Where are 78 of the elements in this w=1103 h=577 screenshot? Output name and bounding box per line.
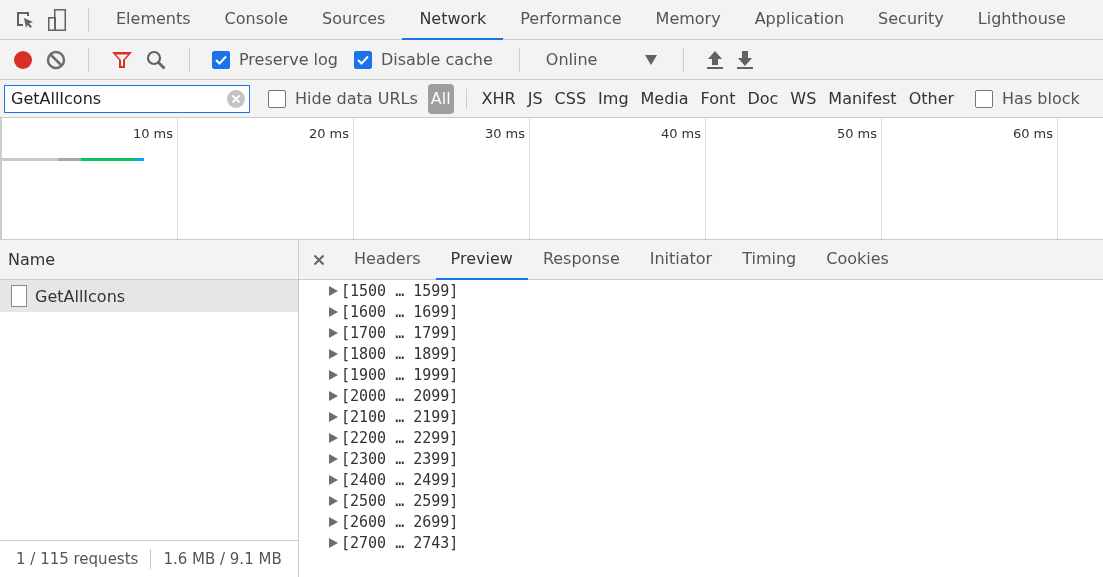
detail-tab[interactable]: Preview [435, 239, 528, 280]
device-toolbar-icon[interactable] [46, 7, 68, 32]
panel-tab[interactable]: Elements [99, 0, 208, 40]
expand-arrow-icon[interactable] [329, 285, 338, 296]
array-range: [1600 … 1699] [341, 302, 459, 321]
record-icon[interactable] [12, 48, 34, 71]
expand-arrow-icon[interactable] [329, 390, 338, 401]
detail-tab[interactable]: Timing [727, 239, 812, 280]
detail-tab[interactable]: Response [527, 239, 635, 280]
panel-tab[interactable]: Sources [305, 0, 403, 40]
array-range: [2500 … 2599] [341, 491, 459, 510]
type-filter[interactable]: CSS [551, 86, 590, 111]
preserve-log-checkbox[interactable]: Preserve log [212, 50, 338, 69]
time-tick: 40 ms [660, 126, 701, 141]
expand-arrow-icon[interactable] [329, 327, 338, 338]
transferred-size: 1.6 MB / 9.1 MB [163, 550, 282, 568]
array-range: [2200 … 2299] [341, 428, 459, 447]
expand-arrow-icon[interactable] [329, 432, 338, 443]
expand-arrow-icon[interactable] [329, 411, 338, 422]
download-icon[interactable] [736, 49, 755, 70]
request-count: 1 / 115 requests [16, 550, 139, 568]
caret-icon [645, 54, 658, 65]
type-filter[interactable]: JS [524, 86, 546, 111]
panel-tab[interactable]: Memory [638, 0, 738, 40]
type-filter[interactable]: WS [787, 86, 820, 111]
detail-tab[interactable]: Headers [339, 239, 436, 280]
panel-tab[interactable]: Security [861, 0, 961, 40]
throttling-dropdown[interactable]: Online [541, 50, 662, 69]
expand-arrow-icon[interactable] [329, 474, 338, 485]
clear-icon[interactable] [46, 49, 66, 70]
array-range: [2100 … 2199] [341, 407, 459, 426]
array-range: [1700 … 1799] [341, 323, 459, 342]
array-range: [2400 … 2499] [341, 470, 459, 489]
array-range: [2600 … 2699] [341, 512, 459, 531]
time-tick: 20 ms [308, 126, 349, 141]
panel-tab[interactable]: Console [207, 0, 306, 40]
time-tick: 30 ms [484, 126, 525, 141]
expand-arrow-icon[interactable] [329, 348, 338, 359]
detail-tab[interactable]: Initiator [634, 239, 728, 280]
type-filter[interactable]: Manifest [825, 86, 900, 111]
request-name: GetAllIcons [35, 286, 126, 306]
expand-arrow-icon[interactable] [329, 306, 338, 317]
close-icon [313, 253, 325, 266]
time-tick: 10 ms [132, 126, 173, 141]
type-filter[interactable]: XHR [478, 86, 519, 111]
expand-arrow-icon[interactable] [329, 537, 338, 548]
panel-tab[interactable]: Application [737, 0, 862, 40]
type-filter[interactable]: Doc [744, 86, 782, 111]
panel-tab[interactable]: Lighthouse [960, 0, 1083, 40]
detail-tab[interactable]: Cookies [811, 239, 904, 280]
has-blocked-checkbox[interactable]: Has block [975, 89, 1080, 108]
array-range: [1900 … 1999] [341, 365, 459, 384]
request-row[interactable]: GetAllIcons [0, 280, 298, 312]
search-icon[interactable] [145, 48, 167, 71]
array-range: [2000 … 2099] [341, 386, 459, 405]
panel-tab[interactable]: Performance [503, 0, 639, 40]
name-column-header: Name [0, 240, 298, 280]
hide-data-urls-checkbox[interactable]: Hide data URLs [268, 89, 418, 108]
expand-arrow-icon[interactable] [329, 495, 338, 506]
array-range: [2700 … 2743] [341, 533, 459, 552]
array-range: [1800 … 1899] [341, 344, 459, 363]
filter-field[interactable]: GetAllIcons [4, 84, 250, 113]
array-range: [2300 … 2399] [341, 449, 459, 468]
file-icon [11, 285, 27, 307]
type-filter[interactable]: Other [905, 86, 958, 111]
expand-arrow-icon[interactable] [329, 369, 338, 380]
type-filter[interactable]: Img [595, 86, 632, 111]
disable-cache-checkbox[interactable]: Disable cache [354, 50, 493, 69]
array-range: [1500 … 1599] [341, 281, 459, 300]
time-tick: 50 ms [836, 126, 877, 141]
upload-icon[interactable] [706, 49, 725, 70]
type-filter[interactable]: Media [637, 86, 692, 111]
clear-field-icon[interactable] [227, 89, 245, 108]
time-tick: 60 ms [1012, 126, 1053, 141]
expand-arrow-icon[interactable] [329, 516, 338, 527]
type-filter[interactable]: Font [697, 86, 739, 111]
expand-arrow-icon[interactable] [329, 453, 338, 464]
filter-icon[interactable] [111, 49, 133, 70]
